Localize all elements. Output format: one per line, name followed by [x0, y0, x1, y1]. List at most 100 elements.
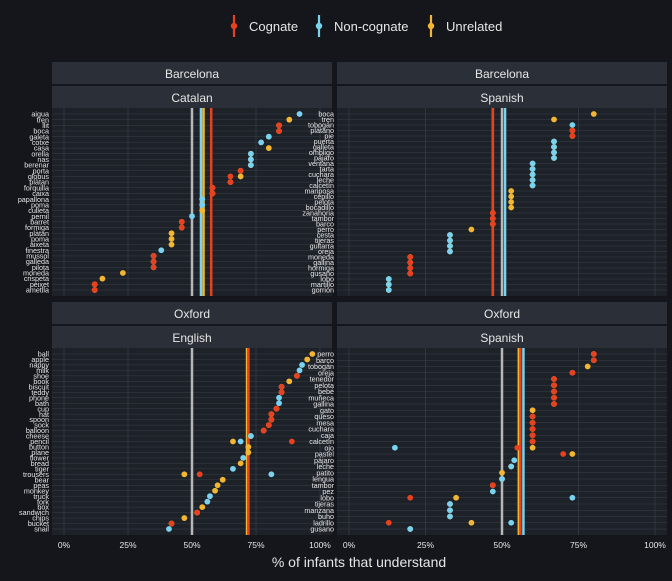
point-cognate	[168, 520, 175, 527]
point-cognate	[489, 210, 496, 216]
point-non_cognate	[296, 367, 303, 374]
point-cognate	[276, 122, 282, 129]
point-cognate	[227, 173, 234, 180]
point-cognate	[551, 382, 557, 389]
point-unrelated	[181, 471, 188, 478]
x-tick-label: 25%	[417, 540, 434, 550]
point-non_cognate	[268, 471, 275, 478]
point-unrelated	[584, 363, 591, 370]
point-cognate	[560, 451, 567, 457]
point-cognate	[407, 259, 414, 266]
point-cognate	[278, 389, 285, 396]
point-unrelated	[181, 515, 188, 521]
point-non_cognate	[529, 177, 536, 183]
point-cognate	[551, 376, 557, 382]
point-unrelated	[508, 188, 515, 194]
point-unrelated	[168, 241, 175, 248]
point-non_cognate	[247, 156, 254, 163]
point-cognate	[590, 357, 597, 364]
point-non_cognate	[489, 488, 496, 495]
point-non_cognate	[529, 160, 536, 167]
legend-swatch-dot-cognate	[230, 22, 238, 30]
panel-3: OxfordEnglishballapplenappymilkshoebookb…	[19, 302, 332, 550]
point-cognate	[569, 369, 576, 376]
strip-top-label: Barcelona	[475, 67, 529, 81]
point-non_cognate	[240, 455, 247, 461]
point-unrelated	[245, 449, 252, 456]
panel-1: BarcelonaCatalanaiguatrenllitbocagaletac…	[18, 62, 332, 296]
point-non_cognate	[407, 526, 414, 532]
point-cognate	[407, 270, 414, 277]
point-non_cognate	[247, 150, 254, 157]
point-unrelated	[245, 444, 252, 450]
word-label: gorrión	[312, 286, 334, 295]
point-cognate	[150, 264, 157, 271]
point-cognate	[91, 287, 98, 293]
point-non_cognate	[385, 276, 392, 282]
point-non_cognate	[447, 501, 453, 507]
legend: Cognate Non-cognate Unrelated	[230, 15, 502, 37]
x-axis-title: % of infants that understand	[272, 554, 446, 570]
point-cognate	[278, 383, 285, 390]
point-cognate	[489, 221, 496, 227]
x-tick-label: 50%	[183, 540, 200, 550]
point-unrelated	[468, 519, 475, 526]
point-non_cognate	[392, 444, 398, 451]
point-cognate	[268, 416, 275, 423]
legend-swatch-dot-non_cognate	[315, 22, 323, 30]
point-non_cognate	[511, 457, 518, 464]
point-unrelated	[529, 444, 536, 451]
point-cognate	[489, 215, 496, 222]
point-cognate	[294, 372, 300, 379]
point-cognate	[260, 427, 267, 434]
point-cognate	[276, 128, 282, 134]
point-cognate	[529, 438, 536, 445]
word-label: gusano	[310, 525, 334, 534]
point-non_cognate	[529, 171, 536, 178]
point-non_cognate	[447, 232, 453, 238]
strip-bottom-label: Spanish	[480, 331, 523, 345]
point-non_cognate	[276, 400, 282, 407]
point-cognate	[150, 258, 157, 265]
point-cognate	[178, 218, 185, 225]
point-cognate	[178, 224, 185, 231]
point-cognate	[209, 184, 216, 191]
point-non_cognate	[207, 493, 213, 500]
point-unrelated	[199, 207, 206, 214]
point-non_cognate	[247, 433, 254, 439]
point-non_cognate	[551, 149, 557, 156]
point-unrelated	[237, 173, 244, 180]
point-non_cognate	[296, 111, 303, 117]
point-cognate	[209, 190, 216, 197]
point-cognate	[569, 133, 576, 139]
point-non_cognate	[551, 155, 557, 161]
point-non_cognate	[385, 287, 392, 293]
point-unrelated	[551, 116, 557, 123]
x-tick-label: 75%	[570, 540, 587, 550]
point-non_cognate	[158, 247, 165, 254]
point-non_cognate	[189, 213, 195, 220]
panel-2: BarcelonaSpanishbocatrentobogánplátanopi…	[302, 62, 667, 296]
point-cognate	[551, 388, 557, 395]
point-cognate	[227, 179, 234, 186]
x-tick-label: 25%	[119, 540, 136, 550]
point-cognate	[590, 351, 597, 357]
point-unrelated	[508, 199, 515, 205]
point-non_cognate	[447, 513, 453, 520]
point-non_cognate	[508, 519, 515, 526]
point-unrelated	[286, 116, 293, 123]
point-unrelated	[199, 504, 206, 511]
point-cognate	[529, 419, 536, 426]
point-unrelated	[168, 236, 175, 242]
point-non_cognate	[166, 526, 172, 532]
point-non_cognate	[447, 237, 453, 244]
point-non_cognate	[551, 138, 557, 145]
point-cognate	[514, 444, 521, 451]
point-non_cognate	[529, 182, 536, 189]
point-non_cognate	[230, 465, 236, 472]
point-cognate	[288, 438, 295, 445]
point-cognate	[489, 482, 496, 489]
point-cognate	[273, 405, 280, 412]
point-non_cognate	[237, 438, 244, 445]
point-unrelated	[219, 476, 226, 483]
